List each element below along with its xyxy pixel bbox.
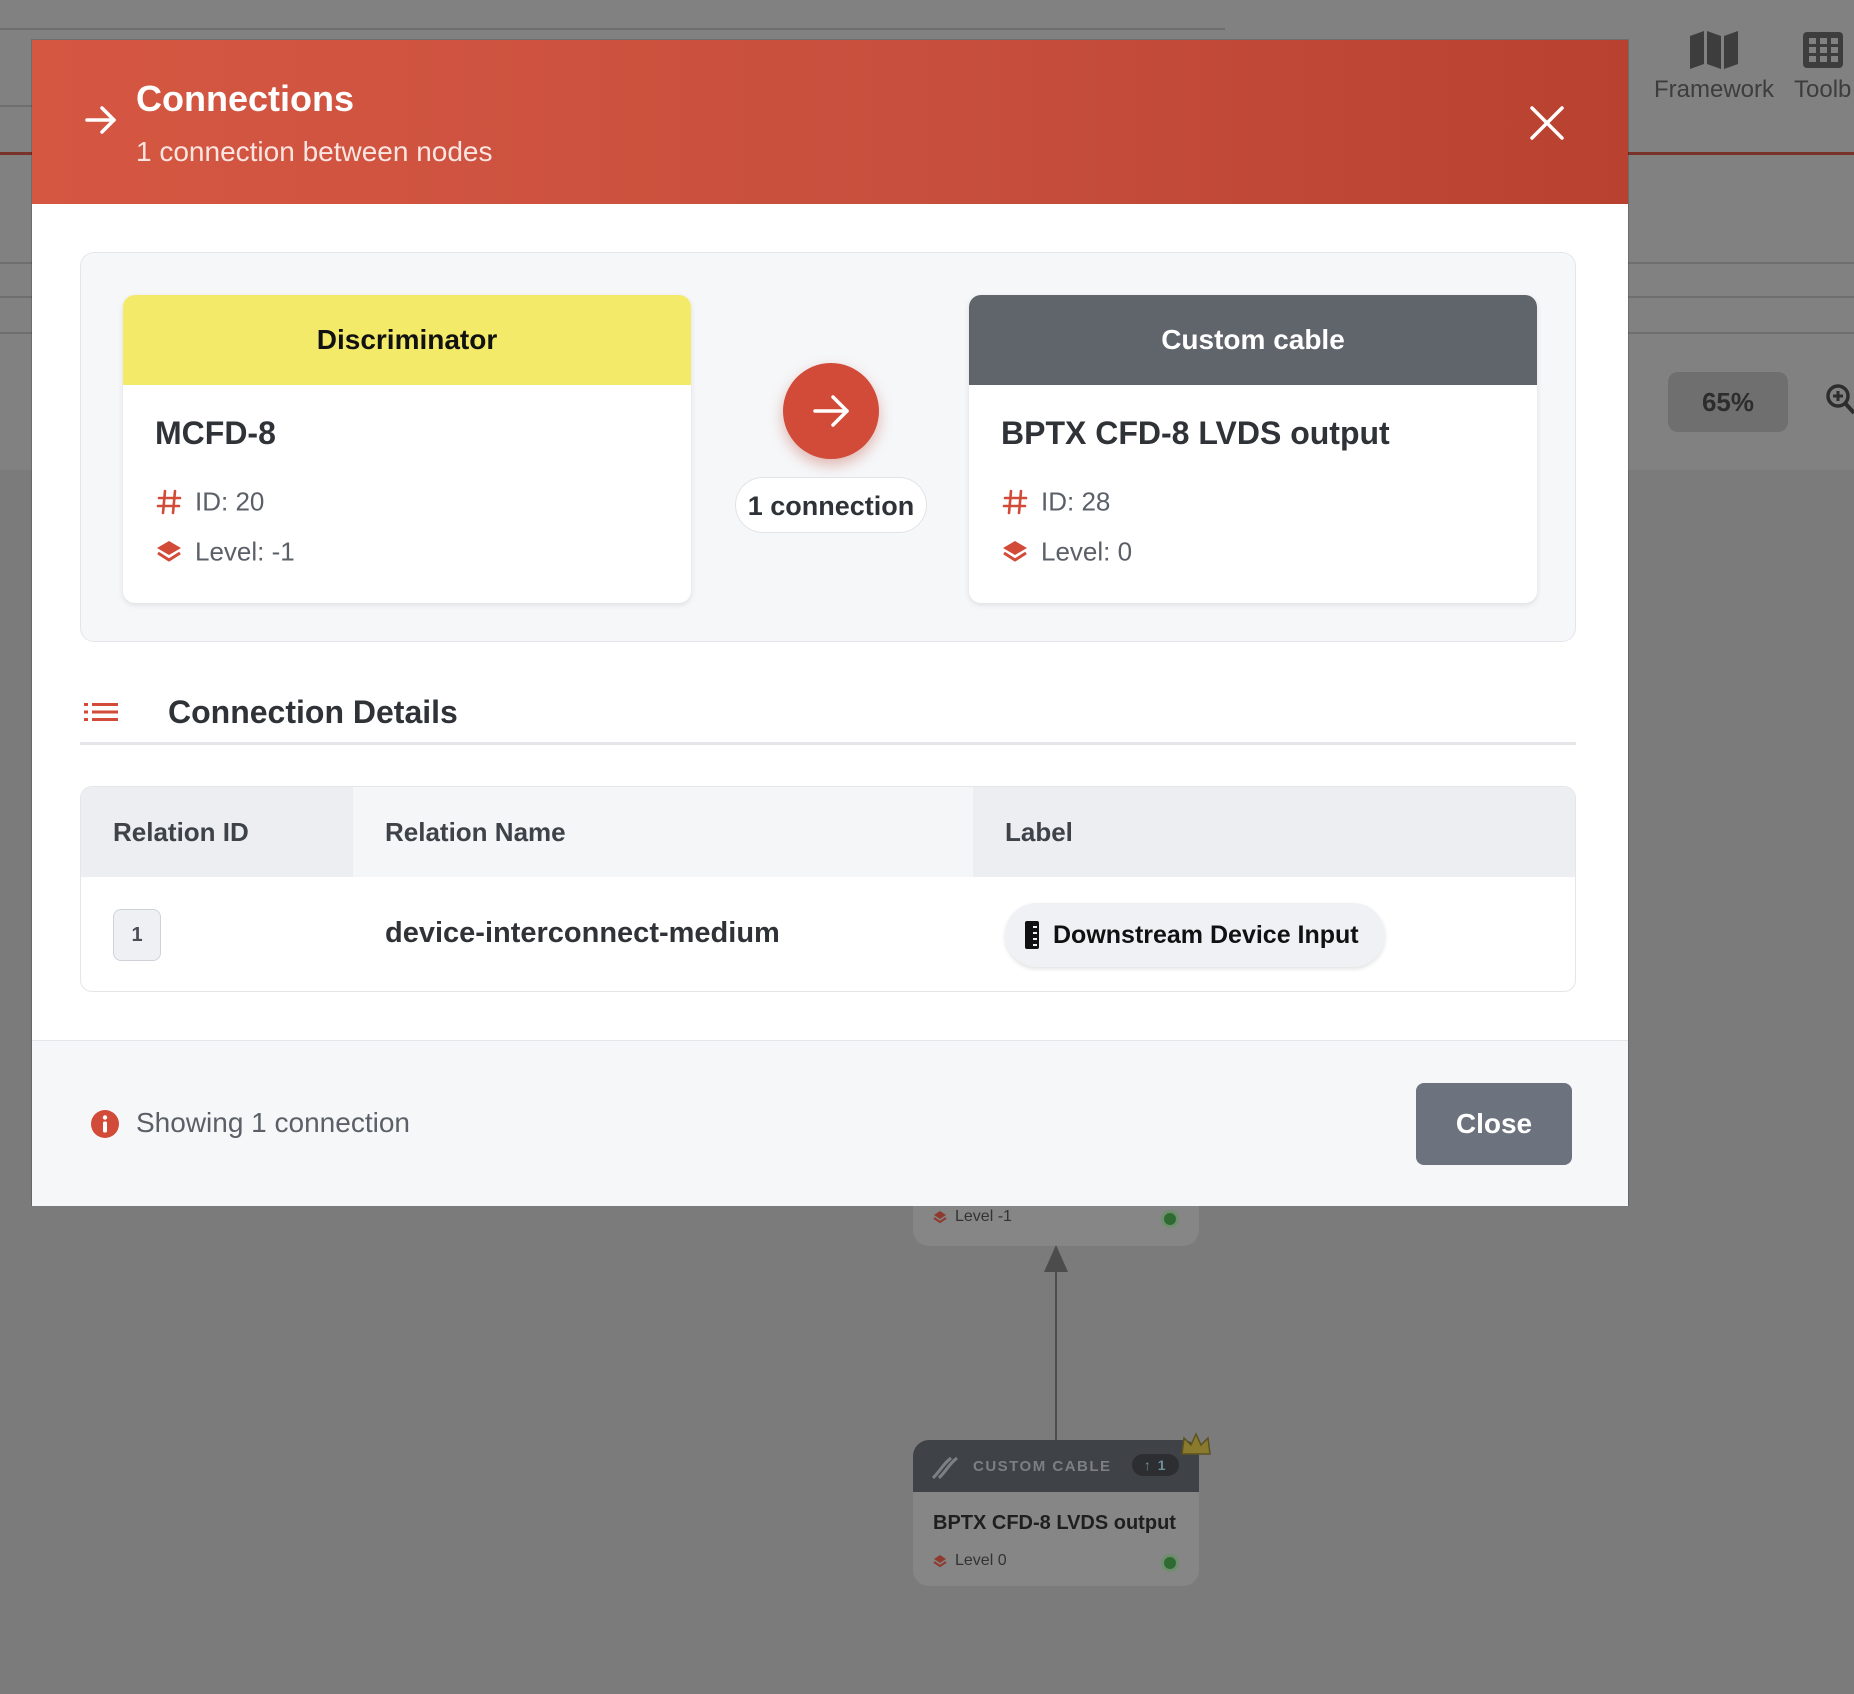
grid-icon <box>1802 32 1843 68</box>
connection-count-badge: 1 connection <box>735 477 927 533</box>
node-header: CUSTOM CABLE ↑ 1 <box>913 1440 1199 1492</box>
node-count-badge: ↑ 1 <box>1131 1454 1179 1476</box>
relation-id-badge: 1 <box>113 909 161 961</box>
source-node-name: MCFD-8 <box>155 415 276 451</box>
target-node-name: BPTX CFD-8 LVDS output <box>1001 415 1390 451</box>
status-dot <box>1161 1554 1179 1572</box>
target-node-id: ID: 28 <box>1001 485 1110 518</box>
connections-table: Relation ID Relation Name Label 1 device… <box>80 786 1576 992</box>
column-header-label: Label <box>973 787 1575 877</box>
hash-icon <box>1002 489 1028 515</box>
layers-icon <box>1003 541 1027 562</box>
layers-icon <box>933 1554 947 1567</box>
connections-modal: Connections 1 connection between nodes D… <box>32 40 1628 1206</box>
map-icon <box>1690 31 1738 69</box>
target-node-level: Level: 0 <box>1001 535 1132 568</box>
connection-details-header: Connection Details <box>80 690 1576 745</box>
framework-label: Framework <box>1654 76 1775 103</box>
node-level: Level -1 <box>933 1208 1012 1226</box>
source-node-card: Discriminator MCFD-8 ID: 20 Level: -1 <box>123 295 691 603</box>
direction-indicator <box>783 363 879 459</box>
connection-summary: Discriminator MCFD-8 ID: 20 Level: -1 1 … <box>80 252 1576 642</box>
crown-icon <box>1181 1432 1211 1455</box>
target-node-type: Custom cable <box>969 295 1537 385</box>
edge-line[interactable] <box>1055 1270 1057 1440</box>
node-title: BPTX CFD-8 LVDS output <box>933 1512 1176 1534</box>
close-button[interactable]: Close <box>1416 1083 1572 1165</box>
column-header-relation-name: Relation Name <box>353 787 973 877</box>
arrow-right-icon <box>85 106 116 134</box>
layers-icon <box>157 541 181 562</box>
modal-title: Connections <box>136 78 355 119</box>
graph-node[interactable]: CUSTOM CABLE ↑ 1 BPTX CFD-8 LVDS output … <box>913 1440 1199 1586</box>
source-node-level: Level: -1 <box>155 535 295 568</box>
node-level: Level 0 <box>933 1552 1007 1570</box>
close-icon[interactable] <box>1526 102 1568 144</box>
footer-status-text: Showing 1 connection <box>136 1107 410 1138</box>
status-dot <box>1161 1210 1179 1228</box>
framework-button[interactable]: Framework <box>1654 30 1774 104</box>
list-icon <box>84 703 118 721</box>
modal-header: Connections 1 connection between nodes <box>32 40 1628 204</box>
divider <box>0 28 1225 30</box>
zoom-level[interactable]: 65% <box>1668 372 1788 432</box>
toolbox-label: Toolb <box>1794 76 1852 103</box>
port-icon <box>1025 921 1039 949</box>
source-node-id: ID: 20 <box>155 485 264 518</box>
modal-subtitle: 1 connection between nodes <box>136 136 493 167</box>
zoom-in-icon[interactable] <box>1826 384 1854 416</box>
node-type: CUSTOM CABLE <box>973 1458 1112 1475</box>
modal-footer: Showing 1 connection Close <box>32 1040 1628 1206</box>
target-node-card: Custom cable BPTX CFD-8 LVDS output ID: … <box>969 295 1537 603</box>
hash-icon <box>156 489 182 515</box>
source-node-type: Discriminator <box>123 295 691 385</box>
relation-name: device-interconnect-medium <box>385 917 780 949</box>
layers-icon <box>933 1210 947 1223</box>
arrow-right-icon <box>813 395 849 427</box>
edge-arrowhead <box>1044 1245 1068 1272</box>
connection-details-title: Connection Details <box>168 694 458 730</box>
info-icon <box>91 1110 119 1138</box>
column-header-relation-id: Relation ID <box>81 787 353 877</box>
cable-icon <box>931 1456 958 1480</box>
relation-label-chip: Downstream Device Input <box>1005 903 1385 967</box>
toolbox-button[interactable]: Toolb <box>1794 30 1851 104</box>
